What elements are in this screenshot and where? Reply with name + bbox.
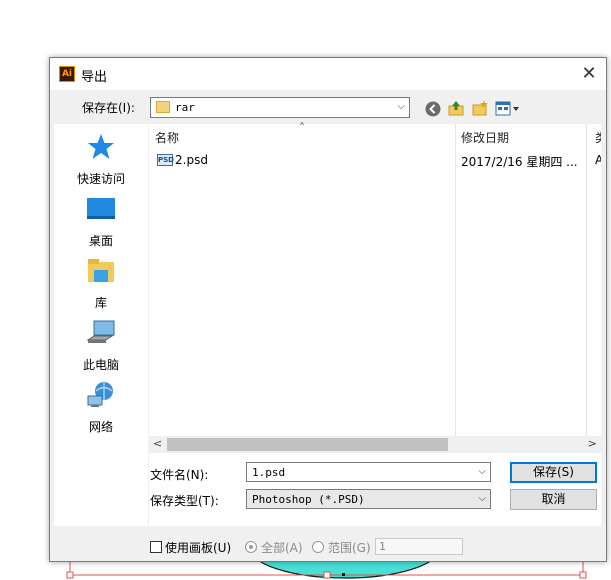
up-folder-icon[interactable]	[447, 99, 465, 117]
sort-ascending-icon: ˄	[299, 121, 305, 135]
export-dialog: Ai 导出 ✕ 保存在(I): rar ⌵ 快速访问 桌面 库 此电脑 网络 名…	[49, 57, 607, 562]
place-quick-access[interactable]: 快速访问	[54, 132, 148, 188]
horizontal-scrollbar[interactable]: < >	[149, 436, 601, 453]
use-artboards-checkbox[interactable]	[150, 541, 162, 553]
all-radio[interactable]	[245, 541, 257, 553]
range-radio[interactable]	[312, 541, 324, 553]
range-label: 范围(G)	[328, 541, 371, 555]
selection-handle[interactable]	[323, 571, 331, 579]
use-artboards-label: 使用画板(U)	[165, 541, 232, 555]
computer-icon	[86, 320, 115, 343]
scrollbar-thumb[interactable]	[167, 438, 448, 451]
illustrator-app-icon: Ai	[59, 66, 75, 82]
file-date: 2017/2/16 星期四 ...	[461, 155, 578, 169]
title-bar: Ai 导出 ✕	[50, 58, 606, 90]
column-header-name[interactable]: 名称	[155, 129, 179, 146]
filename-combobox[interactable]: 1.psd ⌵	[246, 462, 491, 482]
cancel-button[interactable]: 取消	[510, 489, 597, 510]
chevron-down-icon: ⌵	[397, 101, 405, 112]
selection-handle[interactable]	[66, 571, 74, 579]
save-in-value: rar	[175, 101, 195, 114]
file-type: Ad	[595, 153, 601, 167]
back-icon[interactable]	[424, 100, 442, 118]
column-divider	[586, 124, 587, 438]
chevron-down-icon: ⌵	[478, 493, 486, 504]
place-network[interactable]: 网络	[54, 380, 148, 436]
filename-value: 1.psd	[252, 466, 286, 479]
new-folder-icon[interactable]	[471, 99, 489, 117]
place-label: 网络	[88, 420, 113, 434]
filename-label: 文件名(N):	[150, 468, 209, 482]
dialog-title: 导出	[81, 70, 108, 85]
place-label: 快速访问	[76, 172, 125, 186]
filetype-value: Photoshop (*.PSD)	[252, 493, 365, 506]
psd-file-icon: PSD	[157, 154, 174, 166]
save-in-label: 保存在(I):	[82, 101, 135, 115]
place-libraries[interactable]: 库	[54, 256, 148, 312]
libraries-icon	[88, 259, 114, 282]
place-label: 库	[94, 296, 107, 310]
filetype-combobox[interactable]: Photoshop (*.PSD) ⌵	[246, 489, 491, 509]
network-icon	[87, 382, 113, 407]
place-desktop[interactable]: 桌面	[54, 194, 148, 250]
file-row[interactable]: PSD 2.psd 2017/2/16 星期四 ... Ad	[155, 152, 601, 170]
file-name: 2.psd	[175, 153, 208, 167]
quick-access-star-icon	[88, 134, 114, 159]
desktop-icon	[87, 198, 115, 219]
place-label: 此电脑	[82, 358, 119, 372]
save-in-combobox[interactable]: rar ⌵	[150, 97, 410, 118]
center-point	[342, 573, 345, 576]
close-icon[interactable]: ✕	[572, 58, 606, 90]
selection-handle[interactable]	[579, 571, 587, 579]
places-bar: 快速访问 桌面 库 此电脑 网络	[54, 124, 148, 526]
chevron-down-icon: ⌵	[478, 466, 486, 477]
scroll-right-arrow-icon[interactable]: >	[588, 437, 597, 450]
save-button[interactable]: 保存(S)	[510, 462, 597, 483]
filetype-label: 保存类型(T):	[150, 494, 219, 508]
column-divider	[455, 124, 456, 438]
column-header-type[interactable]: 类	[595, 129, 601, 146]
place-this-pc[interactable]: 此电脑	[54, 318, 148, 374]
view-menu-icon[interactable]	[495, 100, 521, 118]
all-label: 全部(A)	[261, 541, 303, 555]
folder-icon	[156, 101, 170, 113]
place-label: 桌面	[88, 234, 113, 248]
range-input[interactable]: 1	[375, 538, 463, 555]
column-header-date[interactable]: 修改日期	[461, 129, 509, 146]
scroll-left-arrow-icon[interactable]: <	[153, 437, 162, 450]
